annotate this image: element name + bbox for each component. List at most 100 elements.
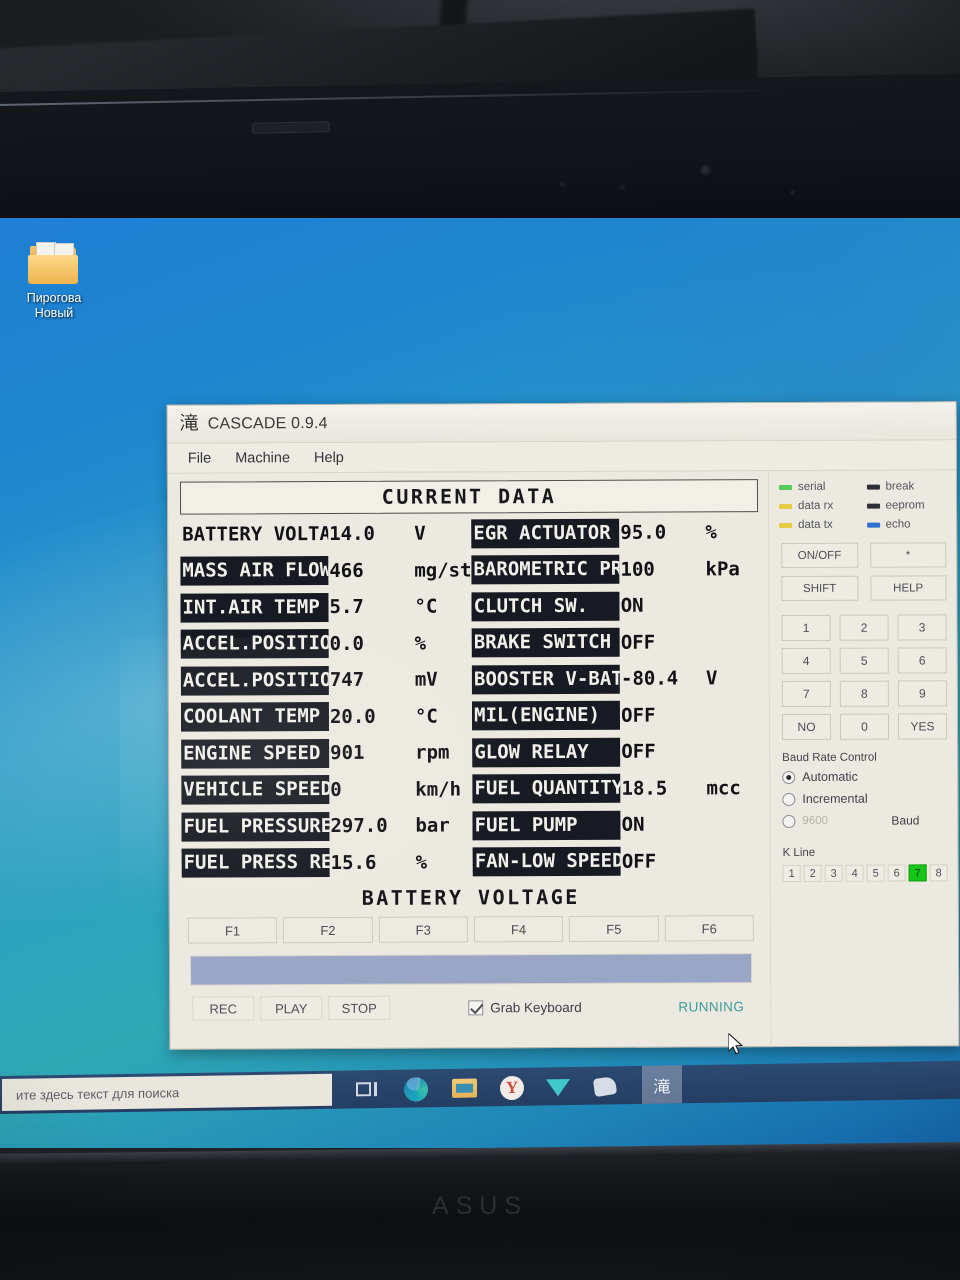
transport-controls: REC PLAY STOP Grab Keyboard RUNNING bbox=[182, 983, 760, 1021]
play-button[interactable]: PLAY bbox=[260, 996, 323, 1021]
baud-option-automatic[interactable]: Automatic bbox=[782, 766, 947, 787]
grab-keyboard-checkbox[interactable]: Grab Keyboard bbox=[468, 999, 582, 1015]
data-row[interactable]: INT.AIR TEMP 5.7 °C bbox=[180, 588, 471, 626]
led-indicator-data-rx: data rx bbox=[779, 500, 863, 512]
data-row[interactable]: ACCEL.POSITION 0.0% bbox=[180, 625, 472, 663]
k-line-section: K Line 12345678 bbox=[774, 832, 953, 883]
media-app-icon[interactable] bbox=[592, 1072, 620, 1098]
data-row[interactable]: FUEL PRESS REG 15.6% bbox=[181, 844, 473, 882]
led-indicator-break: break bbox=[866, 480, 950, 493]
data-row[interactable]: ENGINE SPEED 901 rpm bbox=[181, 734, 472, 772]
data-row[interactable]: ACCEL.POSITION 747 mV bbox=[180, 661, 472, 699]
data-row[interactable]: FUEL PRESSURE 297.0 bar bbox=[181, 807, 472, 845]
taskbar-active-app-cascade[interactable]: 滝 bbox=[642, 1065, 682, 1104]
data-row[interactable]: MASS AIR FLOW 466 mg/st bbox=[180, 552, 472, 590]
data-column-right: EGR ACTUATOR 95.0% BAROMETRIC PRES 100 kPa CL… bbox=[471, 514, 759, 880]
k-line-cell-8[interactable]: 8 bbox=[929, 864, 948, 882]
k-line-cell-6[interactable]: 6 bbox=[887, 864, 906, 882]
data-row[interactable]: BOOSTER V-BAT -80.4 V bbox=[471, 660, 759, 698]
function-key-f3[interactable]: F3 bbox=[378, 916, 468, 943]
baud-option-custom[interactable]: 9600 Baud bbox=[782, 810, 947, 831]
rec-button[interactable]: REC bbox=[192, 996, 255, 1021]
data-row-unit: °C bbox=[414, 595, 438, 618]
desktop-icon-pirogova[interactable]: Пирогова Новый bbox=[2, 242, 106, 321]
k-line-cell-5[interactable]: 5 bbox=[866, 864, 885, 882]
current-data-header: CURRENT DATA bbox=[179, 479, 759, 515]
k-line-cell-2[interactable]: 2 bbox=[803, 864, 822, 882]
control-button-[interactable]: * bbox=[869, 542, 947, 568]
radio-icon[interactable] bbox=[782, 814, 796, 828]
checkbox-icon[interactable] bbox=[468, 999, 484, 1015]
data-row-value: 18.5 bbox=[621, 777, 668, 800]
taskbar-search-input[interactable]: ите здесь текст для поиска bbox=[2, 1073, 332, 1111]
data-row[interactable]: BAROMETRIC PRES 100 kPa bbox=[471, 551, 758, 589]
keypad-key-6[interactable]: 6 bbox=[897, 647, 947, 674]
k-line-title: K Line bbox=[782, 846, 816, 860]
control-button-shift[interactable]: SHIFT bbox=[781, 575, 858, 602]
menu-item-help[interactable]: Help bbox=[304, 446, 354, 468]
data-row[interactable]: GLOW RELAY OFF bbox=[472, 733, 759, 771]
keypad-key-4[interactable]: 4 bbox=[781, 647, 831, 675]
keypad-key-8[interactable]: 8 bbox=[839, 680, 889, 707]
baud-option-incremental[interactable]: Incremental bbox=[782, 788, 947, 809]
data-row[interactable]: FUEL QUANTITY 18.5 mcc bbox=[472, 770, 759, 808]
keypad-key-no[interactable]: NO bbox=[781, 713, 832, 741]
windows-taskbar: ите здесь текст для поиска Y 滝 bbox=[0, 1060, 960, 1114]
function-key-f1[interactable]: F1 bbox=[187, 917, 278, 944]
data-row-unit: bar bbox=[415, 814, 450, 837]
cascade-app-window: 滝 CASCADE 0.9.4 File Machine Help CURREN… bbox=[166, 401, 960, 1055]
data-row-label: FAN-LOW SPEED bbox=[472, 846, 621, 877]
menu-item-machine[interactable]: Machine bbox=[225, 447, 300, 469]
keypad-key-3[interactable]: 3 bbox=[897, 614, 947, 641]
keypad-key-2[interactable]: 2 bbox=[839, 614, 889, 641]
data-row[interactable]: BATTERY VOLTAGE 14.0 V bbox=[180, 515, 471, 553]
edge-browser-icon[interactable] bbox=[404, 1075, 430, 1102]
function-key-f5[interactable]: F5 bbox=[569, 915, 659, 942]
keypad-key-1[interactable]: 1 bbox=[781, 614, 831, 642]
keypad-key-9[interactable]: 9 bbox=[897, 680, 947, 707]
data-row[interactable]: VEHICLE SPEED 0 km/h bbox=[181, 771, 472, 809]
led-label: eeprom bbox=[885, 499, 925, 512]
data-row[interactable]: FUEL PUMP ON bbox=[472, 806, 760, 844]
data-row[interactable]: FAN-LOW SPEED OFF bbox=[472, 843, 760, 881]
k-line-cell-1[interactable]: 1 bbox=[782, 864, 801, 883]
function-key-f6[interactable]: F6 bbox=[664, 915, 754, 942]
radio-icon[interactable] bbox=[782, 792, 796, 806]
file-explorer-icon[interactable] bbox=[452, 1074, 478, 1100]
data-row[interactable]: BRAKE SWITCH OFF bbox=[471, 624, 759, 662]
baud-rate-input[interactable]: 9600 bbox=[802, 815, 854, 827]
current-data-header-text: CURRENT DATA bbox=[381, 484, 557, 509]
function-key-f2[interactable]: F2 bbox=[283, 916, 373, 944]
data-row[interactable]: COOLANT TEMP 20.0 °C bbox=[180, 698, 472, 736]
keypad-key-0[interactable]: 0 bbox=[839, 713, 890, 740]
keypad-key-yes[interactable]: YES bbox=[897, 713, 948, 740]
keypad-key-7[interactable]: 7 bbox=[781, 680, 831, 708]
k-line-cell-3[interactable]: 3 bbox=[824, 864, 843, 882]
data-row-value: 901 bbox=[330, 742, 365, 765]
task-view-icon[interactable] bbox=[356, 1076, 382, 1102]
data-row-unit: km/h bbox=[415, 778, 462, 801]
function-key-f4[interactable]: F4 bbox=[473, 916, 564, 943]
progress-bar-track[interactable] bbox=[190, 953, 753, 986]
led-icon bbox=[866, 522, 880, 528]
data-row[interactable]: CLUTCH SW. ON bbox=[471, 587, 759, 625]
k-line-cell-7[interactable]: 7 bbox=[908, 864, 927, 882]
telegram-icon[interactable] bbox=[546, 1073, 572, 1099]
data-row[interactable]: MIL(ENGINE) OFF bbox=[472, 697, 759, 735]
stop-button[interactable]: STOP bbox=[328, 995, 391, 1021]
control-button-on-off[interactable]: ON/OFF bbox=[781, 542, 858, 569]
radio-icon[interactable] bbox=[782, 770, 796, 784]
control-button-help[interactable]: HELP bbox=[869, 575, 947, 601]
data-row-value: 466 bbox=[329, 559, 364, 582]
led-label: data tx bbox=[798, 518, 833, 531]
window-titlebar[interactable]: 滝 CASCADE 0.9.4 bbox=[167, 402, 956, 444]
function-key-row: F1 F2 F3 F4 F5 F6 bbox=[182, 908, 760, 944]
data-row-value: 100 bbox=[620, 558, 655, 581]
data-row-value: ON bbox=[620, 594, 644, 617]
keypad-key-5[interactable]: 5 bbox=[839, 647, 889, 674]
data-row[interactable]: EGR ACTUATOR 95.0% bbox=[471, 514, 758, 552]
k-line-cell-4[interactable]: 4 bbox=[845, 864, 864, 882]
yandex-browser-icon[interactable]: Y bbox=[500, 1075, 524, 1101]
menu-item-file[interactable]: File bbox=[178, 447, 221, 469]
data-row-label: FUEL QUANTITY bbox=[472, 773, 621, 804]
